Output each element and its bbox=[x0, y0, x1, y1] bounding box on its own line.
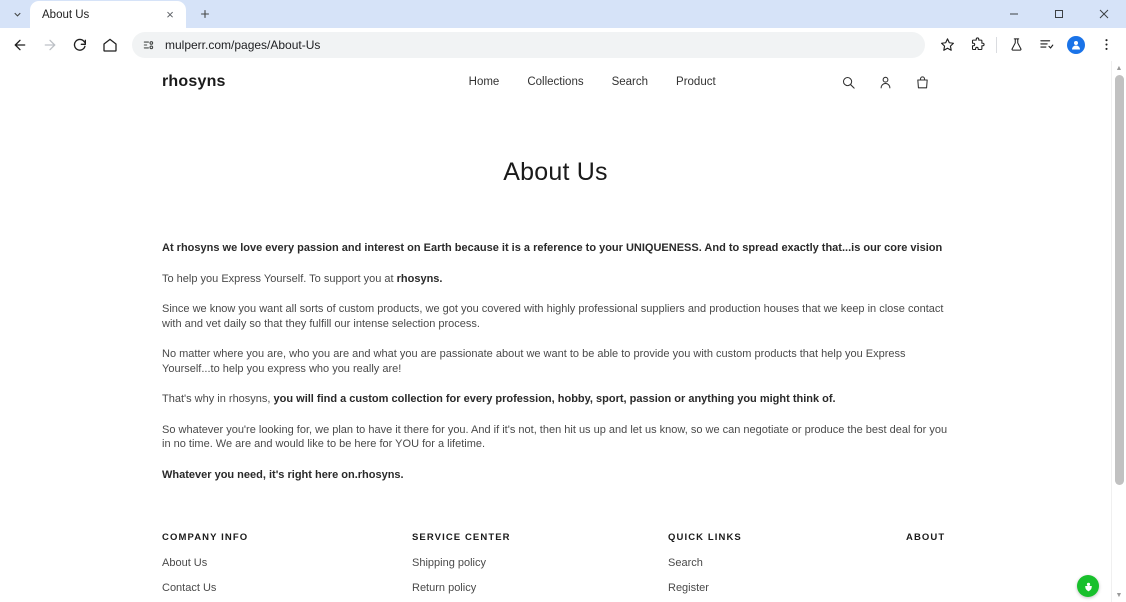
body-text: That's why in rhosyns, bbox=[162, 393, 274, 406]
about-body: At rhosyns we love every passion and int… bbox=[162, 241, 949, 482]
about-paragraph: Whatever you need, it's right here on.rh… bbox=[162, 468, 949, 483]
tab-search-icon[interactable] bbox=[4, 1, 30, 27]
browser-tab[interactable]: About Us × bbox=[30, 1, 186, 28]
page-viewport: rhosyns Home Collections Search Product bbox=[0, 61, 1126, 602]
about-paragraph: So whatever you're looking for, we plan … bbox=[162, 423, 949, 452]
footer-heading: ABOUT bbox=[906, 532, 946, 544]
footer-link-shipping-policy[interactable]: Shipping policy bbox=[412, 557, 668, 569]
site-logo[interactable]: rhosyns bbox=[162, 73, 226, 91]
nav-item-search[interactable]: Search bbox=[612, 76, 648, 88]
footer-column-service-center: SERVICE CENTER Shipping policy Return po… bbox=[412, 532, 668, 602]
about-paragraph: Since we know you want all sorts of cust… bbox=[162, 302, 949, 331]
body-text: Since we know you want all sorts of cust… bbox=[162, 303, 944, 330]
three-dot-menu-icon[interactable] bbox=[1092, 31, 1120, 59]
star-icon[interactable] bbox=[933, 31, 961, 59]
address-bar[interactable]: mulperr.com/pages/About-Us bbox=[132, 31, 925, 58]
footer-link-about-us[interactable]: About Us bbox=[162, 557, 412, 569]
footer-column-company-info: COMPANY INFO About Us Contact Us Custome… bbox=[162, 532, 412, 602]
new-tab-button[interactable] bbox=[192, 1, 218, 27]
scrollbar-thumb[interactable] bbox=[1115, 75, 1124, 485]
emphasis-text: rhosyns. bbox=[396, 272, 443, 285]
page-settings-icon[interactable] bbox=[140, 36, 158, 54]
body-text: No matter where you are, who you are and… bbox=[162, 348, 906, 375]
extensions-puzzle-icon[interactable] bbox=[963, 31, 991, 59]
flask-icon[interactable] bbox=[1002, 31, 1030, 59]
browser-window: About Us × mulperr.com/pages/About-Us rh… bbox=[0, 0, 1126, 602]
footer-heading: SERVICE CENTER bbox=[412, 532, 511, 544]
maximize-button[interactable] bbox=[1036, 0, 1081, 28]
avatar bbox=[1067, 35, 1085, 54]
arrow-right-icon[interactable] bbox=[36, 31, 64, 59]
reading-list-icon[interactable] bbox=[1032, 31, 1060, 59]
scroll-down-arrow[interactable]: ▼ bbox=[1112, 588, 1126, 602]
about-paragraph: No matter where you are, who you are and… bbox=[162, 347, 949, 376]
site-header: rhosyns Home Collections Search Product bbox=[0, 61, 1111, 103]
body-text: To help you Express Yourself. To support… bbox=[162, 272, 397, 285]
emphasis-text: At rhosyns we love every passion and int… bbox=[162, 242, 943, 254]
about-paragraph: To help you Express Yourself. To support… bbox=[162, 272, 949, 287]
toolbar-divider bbox=[996, 36, 997, 53]
home-icon[interactable] bbox=[96, 31, 124, 59]
profile-avatar-icon[interactable] bbox=[1062, 31, 1090, 59]
search-icon[interactable] bbox=[840, 74, 857, 91]
footer-link-return-policy[interactable]: Return policy bbox=[412, 582, 668, 594]
arrow-left-icon[interactable] bbox=[6, 31, 34, 59]
minimize-button[interactable] bbox=[991, 0, 1036, 28]
footer-heading: COMPANY INFO bbox=[162, 532, 249, 544]
tab-title: About Us bbox=[42, 8, 90, 21]
about-paragraph: At rhosyns we love every passion and int… bbox=[162, 241, 949, 256]
header-icon-group bbox=[840, 74, 1075, 91]
footer-column-about: ABOUT bbox=[906, 532, 1026, 602]
scroll-up-arrow[interactable]: ▲ bbox=[1112, 61, 1126, 75]
footer-link-search[interactable]: Search bbox=[668, 557, 906, 569]
emphasis-text: you will find a custom collection for ev… bbox=[273, 393, 836, 406]
site-navigation: Home Collections Search Product bbox=[469, 76, 716, 88]
reload-icon[interactable] bbox=[66, 31, 94, 59]
body-text: So whatever you're looking for, we plan … bbox=[162, 423, 948, 451]
footer-heading: QUICK LINKS bbox=[668, 532, 742, 544]
browser-toolbar: mulperr.com/pages/About-Us bbox=[0, 28, 1126, 61]
window-controls bbox=[991, 0, 1126, 28]
nav-item-home[interactable]: Home bbox=[469, 76, 500, 88]
address-bar-url: mulperr.com/pages/About-Us bbox=[165, 37, 321, 52]
close-window-button[interactable] bbox=[1081, 0, 1126, 28]
web-page: rhosyns Home Collections Search Product bbox=[0, 61, 1111, 602]
site-footer: COMPANY INFO About Us Contact Us Custome… bbox=[0, 532, 1111, 602]
emphasis-text: Whatever you need, it's right here on.rh… bbox=[162, 468, 404, 481]
tab-strip: About Us × bbox=[0, 0, 1126, 28]
verified-badge-icon[interactable] bbox=[1077, 575, 1099, 597]
close-icon[interactable]: × bbox=[162, 7, 178, 23]
vertical-scrollbar[interactable]: ▲ ▼ bbox=[1111, 61, 1126, 602]
footer-link-contact-us[interactable]: Contact Us bbox=[162, 582, 412, 594]
user-account-icon[interactable] bbox=[877, 74, 894, 91]
page-title: About Us bbox=[503, 158, 608, 186]
footer-link-register[interactable]: Register bbox=[668, 582, 906, 594]
main-content: About Us At rhosyns we love every passio… bbox=[0, 158, 1111, 482]
nav-item-collections[interactable]: Collections bbox=[527, 76, 583, 88]
shopping-bag-icon[interactable] bbox=[914, 74, 931, 91]
about-paragraph: That's why in rhosyns, you will find a c… bbox=[162, 392, 949, 407]
footer-column-quick-links: QUICK LINKS Search Register Tracking Ord… bbox=[668, 532, 906, 602]
nav-item-product[interactable]: Product bbox=[676, 76, 716, 88]
